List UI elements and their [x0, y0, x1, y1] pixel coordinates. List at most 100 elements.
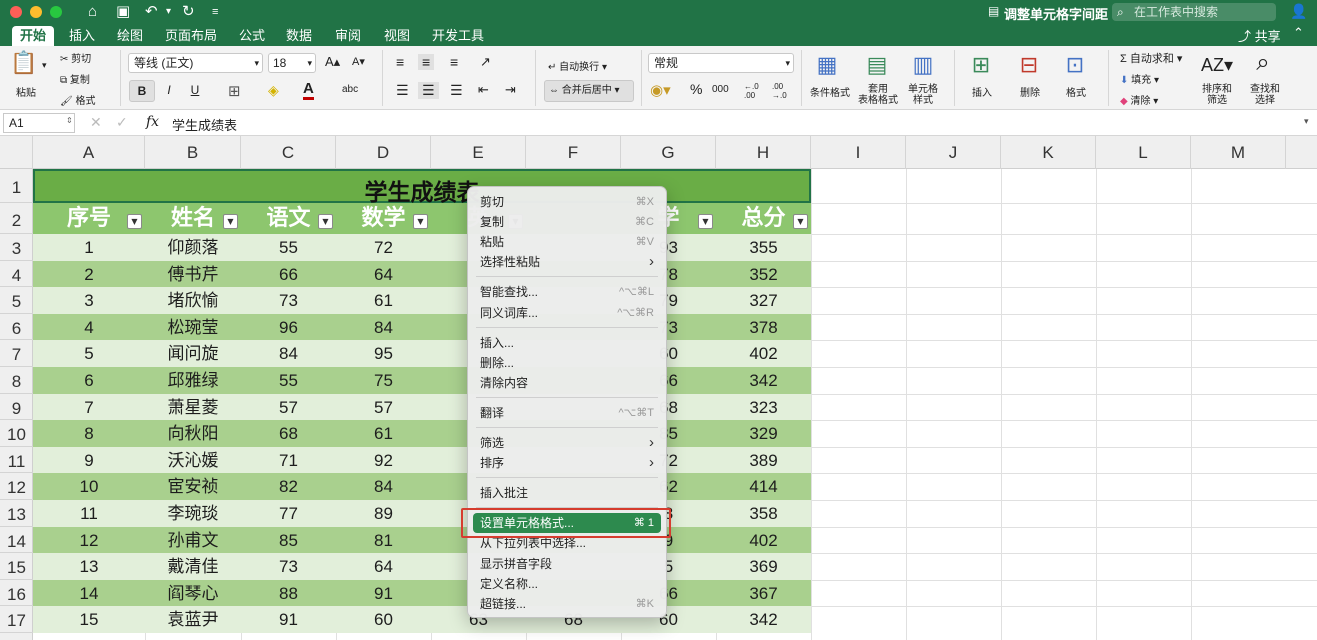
table-cell[interactable]: 仰颜落 — [145, 234, 241, 263]
find-select-icon[interactable]: ⌕ — [1248, 50, 1278, 76]
conditional-format-icon[interactable]: ▦ — [812, 52, 842, 78]
paste-icon[interactable]: 📋 — [10, 50, 38, 80]
table-cell[interactable]: 11 — [33, 500, 145, 529]
table-cell[interactable]: 萧星菱 — [145, 394, 241, 423]
table-cell[interactable]: 82 — [241, 473, 336, 502]
table-cell[interactable]: 92 — [336, 447, 431, 476]
row-header-14[interactable]: 14 — [0, 527, 33, 554]
table-cell[interactable]: 68 — [241, 420, 336, 449]
table-cell[interactable]: 84 — [336, 473, 431, 502]
table-cell[interactable]: 378 — [716, 314, 811, 343]
table-cell[interactable]: 袁蓝尹 — [145, 606, 241, 635]
table-cell[interactable]: 84 — [336, 314, 431, 343]
copy-button[interactable]: ⧉ 复制 — [60, 71, 90, 86]
menu-item[interactable]: 翻译 ^⌥⌘T — [468, 403, 666, 423]
insert-cells-icon[interactable]: ⊞ — [966, 52, 996, 78]
column-header-a[interactable]: A — [33, 136, 145, 169]
column-header-m[interactable]: M — [1191, 136, 1286, 169]
column-header-b[interactable]: B — [145, 136, 241, 169]
table-cell[interactable]: 14 — [33, 580, 145, 609]
table-cell[interactable]: 369 — [716, 553, 811, 582]
minimize-window-button[interactable] — [30, 6, 42, 18]
filter-dropdown-icon[interactable]: ▼ — [793, 214, 808, 229]
table-cell[interactable]: 闻问旋 — [145, 340, 241, 369]
column-header-k[interactable]: K — [1001, 136, 1096, 169]
table-cell[interactable]: 91 — [241, 606, 336, 635]
table-cell[interactable]: 358 — [716, 500, 811, 529]
table-cell[interactable]: 松琬莹 — [145, 314, 241, 343]
customize-icon[interactable]: ≡ — [212, 3, 218, 21]
font-color-icon[interactable]: A — [303, 80, 314, 100]
menu-item[interactable]: 删除... — [468, 353, 666, 373]
table-cell[interactable]: 57 — [336, 394, 431, 423]
increase-font-icon[interactable]: A▴ — [325, 54, 340, 70]
table-cell[interactable]: 73 — [241, 287, 336, 316]
italic-button[interactable]: I — [156, 80, 182, 102]
table-cell[interactable]: 402 — [716, 527, 811, 556]
formula-input[interactable]: 学生成绩表 — [172, 115, 237, 134]
filter-dropdown-icon[interactable]: ▼ — [698, 214, 713, 229]
close-window-button[interactable] — [10, 6, 22, 18]
menu-item[interactable]: 插入批注 — [468, 483, 666, 503]
format-painter-button[interactable]: 🖌 格式 — [60, 92, 95, 107]
row-header-13[interactable]: 13 — [0, 500, 33, 527]
redo-icon[interactable]: ↻ — [182, 3, 195, 21]
name-box[interactable]: A1 — [3, 113, 75, 133]
cell-styles-icon[interactable]: ▥ — [908, 52, 938, 78]
tab-developer[interactable]: 开发工具 — [424, 26, 492, 46]
number-format-select[interactable]: 常规 ▾ — [648, 53, 794, 73]
select-all-corner[interactable] — [0, 136, 33, 169]
table-cell[interactable]: 342 — [716, 606, 811, 635]
table-cell[interactable]: 宦安祯 — [145, 473, 241, 502]
home-icon[interactable]: ⌂ — [88, 3, 97, 21]
format-as-table-icon[interactable]: ▤ — [862, 52, 892, 78]
table-cell[interactable]: 64 — [336, 261, 431, 290]
column-header-i[interactable]: I — [811, 136, 906, 169]
table-cell[interactable]: 13 — [33, 553, 145, 582]
table-cell[interactable]: 85 — [241, 527, 336, 556]
table-cell[interactable]: 10 — [33, 473, 145, 502]
menu-item[interactable]: 清除内容 — [468, 373, 666, 393]
menu-item[interactable]: 插入... — [468, 333, 666, 353]
increase-decimal-button[interactable]: ←.0 .00 — [744, 82, 764, 100]
table-cell[interactable]: 61 — [336, 287, 431, 316]
accounting-format-icon[interactable]: ◉▾ — [650, 81, 671, 99]
row-header-3[interactable]: 3 — [0, 234, 33, 261]
table-cell[interactable]: 阎琴心 — [145, 580, 241, 609]
insert-function-button[interactable]: fx — [146, 114, 159, 130]
table-cell[interactable]: 367 — [716, 580, 811, 609]
conditional-format-label[interactable]: 条件格式 — [810, 84, 850, 99]
row-header-10[interactable]: 10 — [0, 420, 33, 447]
menu-item[interactable]: 排序 › — [468, 453, 666, 473]
menu-item[interactable]: 粘贴 ⌘V — [468, 232, 666, 252]
table-cell[interactable]: 84 — [241, 340, 336, 369]
underline-button[interactable]: U — [182, 80, 208, 102]
filter-dropdown-icon[interactable]: ▼ — [127, 214, 142, 229]
menu-item[interactable]: 同义词库... ^⌥⌘R — [468, 303, 666, 323]
tab-view[interactable]: 视图 — [376, 26, 418, 46]
save-icon[interactable]: ▣ — [116, 3, 130, 21]
table-cell[interactable]: 戴清佳 — [145, 553, 241, 582]
menu-item[interactable]: 剪切 ⌘X — [468, 192, 666, 212]
align-bottom-icon[interactable]: ≡ — [450, 54, 458, 70]
tab-insert[interactable]: 插入 — [61, 26, 103, 46]
borders-icon[interactable]: ⊞ — [228, 82, 241, 100]
table-cell[interactable]: 堵欣愉 — [145, 287, 241, 316]
autosum-button[interactable]: Σ 自动求和 ▾ — [1120, 50, 1182, 66]
table-cell[interactable]: 孙甫文 — [145, 527, 241, 556]
row-header-17[interactable]: 17 — [0, 606, 33, 633]
table-cell[interactable]: 81 — [336, 527, 431, 556]
table-cell[interactable]: 3 — [33, 287, 145, 316]
table-cell[interactable]: 66 — [241, 261, 336, 290]
percent-button[interactable]: % — [690, 81, 702, 97]
row-header-12[interactable]: 12 — [0, 473, 33, 500]
table-cell[interactable]: 414 — [716, 473, 811, 502]
filter-dropdown-icon[interactable]: ▼ — [413, 214, 428, 229]
row-header-15[interactable]: 15 — [0, 553, 33, 580]
menu-item[interactable]: 选择性粘贴 › — [468, 252, 666, 272]
column-header-j[interactable]: J — [906, 136, 1001, 169]
share-button[interactable]: ⤴ 共享 — [1238, 26, 1281, 45]
worksheet-grid[interactable]: 学生成绩表 序号▼姓名▼语文▼数学▼英▼学▼总分▼1仰颜落5572933552傅… — [33, 169, 1317, 640]
table-cell[interactable]: 71 — [241, 447, 336, 476]
column-header-l[interactable]: L — [1096, 136, 1191, 169]
